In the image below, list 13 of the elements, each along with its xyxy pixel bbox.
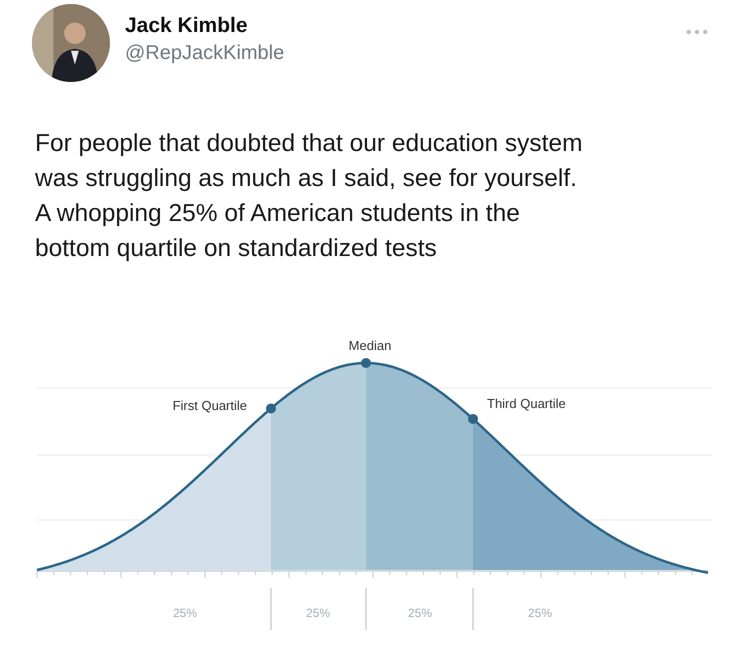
share-label: 25% [306, 606, 330, 620]
median-dot [361, 358, 371, 368]
author-handle[interactable]: @RepJackKimble [125, 42, 284, 65]
median-label: Median [348, 338, 392, 353]
share-label: 25% [528, 606, 552, 620]
quartile-label: Third Quartile [487, 396, 566, 411]
share-label: 25% [172, 606, 198, 620]
share-label: 25% [408, 606, 432, 620]
post-text: For people that doubted that our education system was struggling as much as I said, see for yourself. A whopping 25% of American students in the bottom quartile on standardized tests [35, 129, 584, 264]
quartile-label: First Quartile [172, 398, 247, 413]
quartile-dot [266, 403, 276, 414]
quartile-dot [468, 414, 478, 424]
author-name[interactable]: Jack Kimble [125, 14, 284, 38]
